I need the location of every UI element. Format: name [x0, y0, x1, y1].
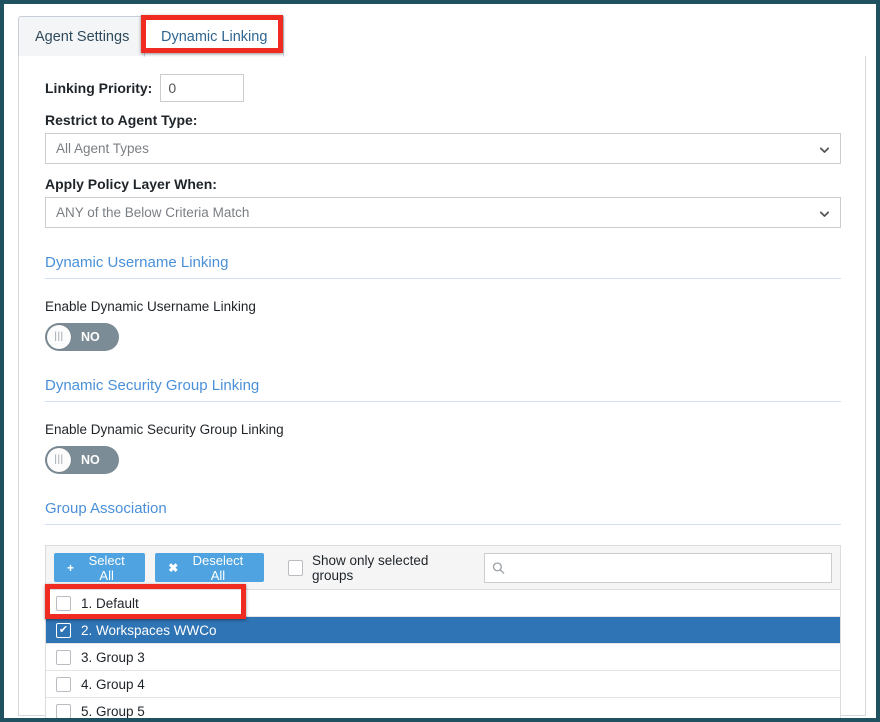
group-item-checkbox[interactable]: ✔: [56, 676, 71, 692]
apply-policy-layer-label: Apply Policy Layer When:: [45, 176, 217, 192]
group-item-checkbox[interactable]: ✔: [56, 649, 71, 665]
group-item-label: 1. Default: [81, 595, 139, 611]
deselect-all-button[interactable]: ✖ Deselect All: [155, 552, 264, 583]
plus-icon: +: [67, 560, 75, 575]
group-association-toolbar: + Select All ✖ Deselect All Show only se…: [45, 545, 841, 589]
toggle-state-label: NO: [81, 330, 100, 344]
show-only-selected-groups-checkbox[interactable]: Show only selected groups: [287, 552, 468, 583]
restrict-agent-type-select[interactable]: All Agent Types: [45, 133, 841, 164]
linking-priority-input[interactable]: [160, 74, 245, 102]
group-item-label: 2. Workspaces WWCo: [81, 622, 217, 638]
select-all-label: Select All: [88, 552, 125, 583]
group-list-item[interactable]: ✔ 5. Group 5: [46, 698, 840, 719]
section-header-dynamic-username-linking: Dynamic Username Linking: [45, 254, 841, 279]
group-list-item[interactable]: ✔ 4. Group 4: [46, 671, 840, 698]
checkbox-box: [287, 559, 304, 576]
linking-priority-label: Linking Priority:: [45, 80, 153, 96]
group-item-checkbox[interactable]: ✔: [56, 622, 71, 638]
tab-dynamic-linking[interactable]: Dynamic Linking: [144, 16, 285, 57]
chevron-down-icon: [819, 207, 830, 218]
enable-dynamic-security-group-linking-label: Enable Dynamic Security Group Linking: [45, 422, 284, 437]
toggle-knob: |||: [47, 325, 71, 349]
dynamic-linking-panel: Linking Priority: Restrict to Agent Type…: [18, 56, 866, 718]
show-only-selected-groups-label: Show only selected groups: [312, 552, 429, 583]
enable-dynamic-username-linking-label: Enable Dynamic Username Linking: [45, 299, 256, 314]
app-window: Agent Settings Dynamic Linking Linking P…: [0, 0, 880, 722]
tab-agent-settings[interactable]: Agent Settings: [18, 16, 147, 57]
toggle-state-label: NO: [81, 453, 100, 467]
linking-priority-row: Linking Priority:: [45, 74, 839, 102]
deselect-all-label: Deselect All: [192, 552, 244, 583]
group-list-item[interactable]: ✔ 2. Workspaces WWCo: [46, 617, 840, 644]
toggle-knob: |||: [47, 448, 71, 472]
group-search-input[interactable]: [483, 552, 832, 583]
tab-bar: Agent Settings Dynamic Linking: [18, 16, 866, 57]
apply-policy-layer-value: ANY of the Below Criteria Match: [56, 205, 250, 220]
chevron-down-icon: [819, 143, 830, 154]
group-item-checkbox[interactable]: ✔: [56, 703, 71, 718]
group-list-item[interactable]: ✔ 3. Group 3: [46, 644, 840, 671]
enable-dynamic-security-group-linking-toggle[interactable]: ||| NO: [45, 446, 119, 474]
group-item-label: 4. Group 4: [81, 676, 145, 692]
apply-policy-layer-select[interactable]: ANY of the Below Criteria Match: [45, 197, 841, 228]
select-all-button[interactable]: + Select All: [54, 552, 146, 583]
tab-agent-settings-label: Agent Settings: [35, 29, 130, 45]
group-item-label: 5. Group 5: [81, 703, 145, 719]
group-search-wrapper: [483, 552, 832, 583]
enable-dynamic-username-linking-toggle[interactable]: ||| NO: [45, 323, 119, 351]
grip-icon: |||: [54, 331, 64, 342]
tab-dynamic-linking-label: Dynamic Linking: [161, 28, 268, 45]
grip-icon: |||: [54, 454, 64, 465]
restrict-agent-type-label: Restrict to Agent Type:: [45, 112, 198, 128]
section-header-dynamic-security-group-linking: Dynamic Security Group Linking: [45, 377, 841, 402]
group-list-item[interactable]: ✔ 1. Default: [46, 590, 840, 617]
check-icon: ✔: [58, 623, 69, 636]
cross-icon: ✖: [168, 560, 179, 575]
section-header-group-association: Group Association: [45, 500, 841, 525]
group-item-checkbox[interactable]: ✔: [56, 595, 71, 611]
group-item-label: 3. Group 3: [81, 649, 145, 665]
restrict-agent-type-value: All Agent Types: [56, 141, 149, 156]
group-list: ✔ 1. Default ✔ 2. Workspaces WWCo ✔ 3. Group …: [45, 589, 841, 719]
